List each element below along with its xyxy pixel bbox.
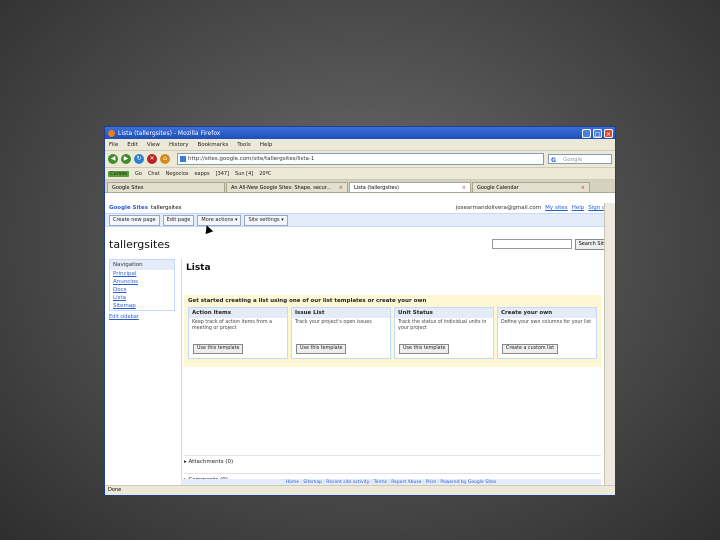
menu-bar: File Edit View History Bookmarks Tools H… xyxy=(105,139,615,151)
navigation-toolbar: ◀ ▶ ↻ ✕ ⌂ http://sites.google.com/site/t… xyxy=(105,151,615,168)
maximize-button[interactable]: □ xyxy=(593,128,602,138)
use-template-button[interactable]: Use this template xyxy=(399,344,450,354)
menu-view[interactable]: View xyxy=(147,142,160,148)
site-crumb: tallergsites xyxy=(151,205,182,211)
google-search-icon: G xyxy=(551,157,556,164)
reload-icon[interactable]: ↻ xyxy=(134,154,144,164)
tab-close-icon[interactable]: × xyxy=(462,183,466,192)
template-panel: Get started creating a list using one of… xyxy=(184,295,601,367)
use-template-button[interactable]: Use this template xyxy=(296,344,347,354)
card-title: Create your own xyxy=(498,308,596,318)
main-content: Lista Get started creating a list using … xyxy=(181,259,601,486)
url-text: http://sites.google.com/site/tallergsite… xyxy=(188,156,315,162)
tab-label: Lista (tallergsites) xyxy=(354,185,399,191)
bookmark-eapps[interactable]: eapps xyxy=(194,171,209,177)
tab-lista[interactable]: × Lista (tallergsites) xyxy=(349,182,471,192)
nav-item-lista[interactable]: Lista xyxy=(110,294,174,302)
firefox-icon xyxy=(108,129,115,137)
nav-item-sitemap[interactable]: Sitemap xyxy=(110,302,174,310)
navigation-box: Navigation Principal Anuncios Docs Lista… xyxy=(109,259,175,311)
bookmark-go[interactable]: Go xyxy=(135,171,142,177)
browser-window: Lista (tallergsites) - Mozilla Firefox _… xyxy=(104,126,616,496)
bookmark-sun[interactable]: Sun [4] xyxy=(235,171,253,177)
nav-item-principal[interactable]: Principal xyxy=(110,270,174,278)
menu-edit[interactable]: Edit xyxy=(127,142,138,148)
card-title: Unit Status xyxy=(395,308,493,318)
help-link[interactable]: Help xyxy=(572,205,585,211)
tab-label: Google Sites xyxy=(112,185,144,191)
search-placeholder: Google xyxy=(563,157,583,163)
home-icon[interactable]: ⌂ xyxy=(160,154,170,164)
card-create-own: Create your own Define your own columns … xyxy=(497,307,597,359)
site-search-input[interactable] xyxy=(491,239,572,249)
url-bar[interactable]: http://sites.google.com/site/tallergsite… xyxy=(177,153,544,165)
more-actions-button[interactable]: More actions ▾ xyxy=(197,214,242,226)
user-email: josearmandolivera@gmail.com xyxy=(455,205,542,211)
page-viewport: Google Sites tallergsites josearmandoliv… xyxy=(105,203,615,486)
create-page-button[interactable]: Create new page xyxy=(109,214,160,226)
status-bar: Done xyxy=(105,485,615,495)
site-settings-button[interactable]: Site settings ▾ xyxy=(244,214,288,226)
menu-bookmarks[interactable]: Bookmarks xyxy=(198,142,229,148)
edit-sidebar-link[interactable]: Edit sidebar xyxy=(109,314,175,320)
bookmark-mail-count[interactable]: [347] xyxy=(216,171,229,177)
template-header: Get started creating a list using one of… xyxy=(188,298,427,304)
title-bar: Lista (tallergsites) - Mozilla Firefox _… xyxy=(105,127,615,139)
stop-icon[interactable]: ✕ xyxy=(147,154,157,164)
menu-history[interactable]: History xyxy=(169,142,189,148)
nav-item-anuncios[interactable]: Anuncios xyxy=(110,278,174,286)
vertical-scrollbar[interactable] xyxy=(604,203,615,486)
menu-file[interactable]: File xyxy=(109,142,118,148)
attachments-section[interactable]: ▸ Attachments (0) xyxy=(184,455,601,468)
card-issue-list: Issue List Track your project's open iss… xyxy=(291,307,391,359)
google-sites-header: Google Sites tallergsites josearmandoliv… xyxy=(105,203,615,214)
close-button[interactable]: × xyxy=(604,128,613,138)
tab-google-sites[interactable]: Google Sites xyxy=(107,182,225,192)
card-desc: Track your project's open issues xyxy=(295,320,372,325)
sites-toolbar: Create new page Edit page More actions ▾… xyxy=(105,214,615,227)
menu-tools[interactable]: Tools xyxy=(237,142,251,148)
tab-close-icon[interactable]: × xyxy=(581,183,585,192)
forward-icon[interactable]: ▶ xyxy=(121,154,131,164)
card-unit-status: Unit Status Track the status of individu… xyxy=(394,307,494,359)
edit-page-button[interactable]: Edit page xyxy=(162,214,195,226)
tab-label: Google Calendar xyxy=(477,185,519,191)
site-name[interactable]: tallergsites xyxy=(109,238,492,251)
attachments-label: Attachments (0) xyxy=(188,459,234,465)
card-action-items: Action Items Keep track of action items … xyxy=(188,307,288,359)
card-title: Action Items xyxy=(189,308,287,318)
minimize-button[interactable]: _ xyxy=(582,128,591,138)
tab-new-google-sites[interactable]: × An All-New Google Sites: Shape, secur.… xyxy=(226,182,348,192)
search-input[interactable]: G Google xyxy=(548,154,612,164)
tab-close-icon[interactable]: × xyxy=(339,183,343,192)
card-desc: Define your own columns for your list xyxy=(501,320,592,325)
tab-google-calendar[interactable]: × Google Calendar xyxy=(472,182,590,192)
sidebar: Navigation Principal Anuncios Docs Lista… xyxy=(109,259,175,320)
bookmarks-toolbar: Cursos Go Chat Negocios eapps [347] Sun … xyxy=(105,168,615,180)
navigation-title: Navigation xyxy=(110,260,174,270)
page-title: Lista xyxy=(186,263,211,273)
card-title: Issue List xyxy=(292,308,390,318)
card-desc: Keep track of action items from a meetin… xyxy=(192,320,273,331)
back-icon[interactable]: ◀ xyxy=(108,154,118,164)
create-custom-list-button[interactable]: Create a custom list xyxy=(502,344,559,354)
google-sites-logo[interactable]: Google Sites xyxy=(109,205,148,211)
bookmark-cursos[interactable]: Cursos xyxy=(108,170,129,177)
bookmark-chat[interactable]: Chat xyxy=(148,171,160,177)
window-title: Lista (tallergsites) - Mozilla Firefox xyxy=(118,129,221,137)
weather-readout[interactable]: 20ºC xyxy=(259,171,271,177)
nav-item-docs[interactable]: Docs xyxy=(110,286,174,294)
card-desc: Track the status of individual units in … xyxy=(398,320,487,331)
tab-label: An All-New Google Sites: Shape, secur... xyxy=(231,185,332,191)
my-sites-link[interactable]: My sites xyxy=(545,205,568,211)
site-favicon xyxy=(180,156,186,162)
use-template-button[interactable]: Use this template xyxy=(193,344,244,354)
site-header: tallergsites Search Site xyxy=(105,227,615,261)
template-cards: Action Items Keep track of action items … xyxy=(184,307,601,359)
bookmark-negocios[interactable]: Negocios xyxy=(166,171,189,177)
tab-strip: Google Sites × An All-New Google Sites: … xyxy=(105,180,615,193)
menu-help[interactable]: Help xyxy=(260,142,273,148)
